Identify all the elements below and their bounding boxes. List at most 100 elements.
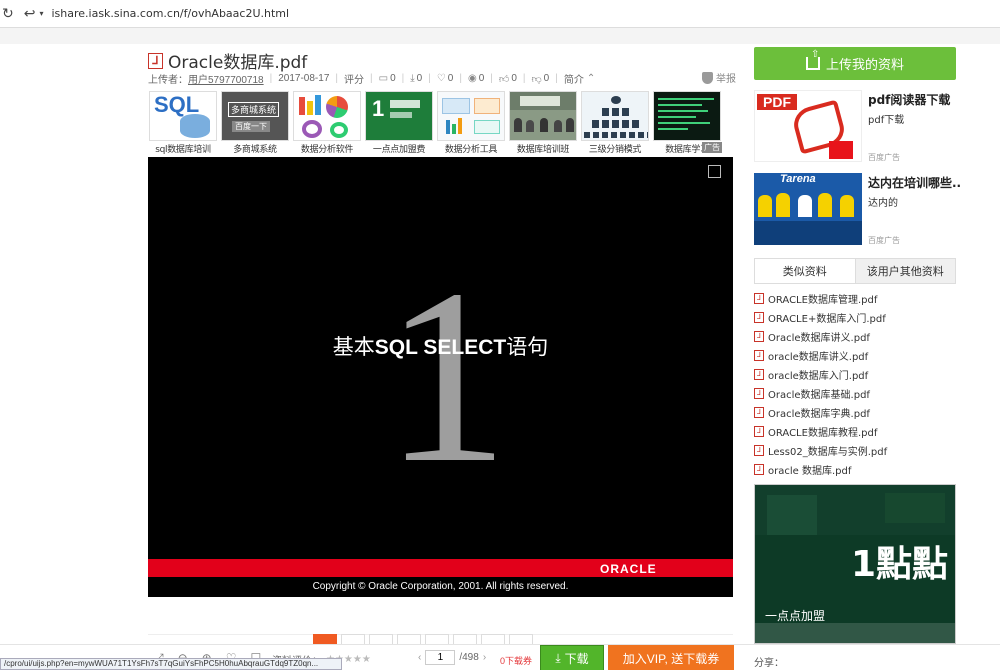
download-button[interactable]: ⤓ 下载	[540, 645, 604, 670]
list-item[interactable]: ⅃ oracle 数据库.pdf	[754, 460, 956, 479]
upload-icon: ⇧	[805, 49, 820, 70]
ad-thumb-text: PDF	[757, 94, 797, 110]
ad-caption: 多商城系统	[233, 145, 277, 155]
list-item[interactable]: ⅃ oracle数据库讲义.pdf	[754, 346, 956, 365]
list-item[interactable]: ⅃ oracle数据库入门.pdf	[754, 365, 956, 384]
total-pages: /498	[459, 652, 479, 663]
pdf-icon: ⅃	[754, 369, 764, 380]
ad-caption: sql数据库培训	[155, 145, 211, 155]
ad-item[interactable]: 多商城系统 百度一下 多商城系统	[220, 91, 290, 155]
upload-date: 2017-08-17	[278, 73, 330, 84]
slide-title-prefix: 基本	[332, 335, 375, 359]
page-thumbnail-strip	[148, 597, 733, 646]
dislike-count: 0	[543, 73, 550, 84]
download-icon: ⤓	[555, 650, 561, 665]
document-title: Oracle数据库.pdf	[168, 53, 308, 73]
view-count: 0	[478, 73, 485, 84]
slide-title-suffix: 语句	[506, 335, 549, 359]
document-viewer[interactable]: 1 基本SQL SELECT语句 ORACLE Copyright © Orac…	[148, 157, 733, 597]
ad-thumb-text: Tarena	[780, 173, 816, 185]
list-item-label: oracle 数据库.pdf	[768, 466, 852, 477]
fullscreen-icon[interactable]	[708, 165, 721, 178]
tab-similar[interactable]: 类似资料	[755, 259, 856, 283]
pdf-icon: ⅃	[754, 426, 764, 437]
list-item-label: Less02_数据库与实例.pdf	[768, 447, 888, 458]
pdf-icon: ⅃	[754, 445, 764, 456]
list-item[interactable]: ⅃ Oracle数据库讲义.pdf	[754, 327, 956, 346]
ad-source: 百度广告	[868, 236, 900, 245]
ad-item[interactable]: 三级分销模式	[580, 91, 650, 155]
heart-icon[interactable]: ♡	[437, 73, 446, 84]
list-item-label: Oracle数据库基础.pdf	[768, 390, 870, 401]
comment-count: 0	[390, 73, 396, 84]
sidebar-ad[interactable]: Tarena 达内在培训哪些.. 达内的 百度广告	[754, 173, 961, 245]
thumbs-up-icon[interactable]: 👍︎	[499, 73, 509, 85]
pdf-icon: ⅃	[754, 350, 764, 361]
list-item[interactable]: ⅃ ORACLE数据库教程.pdf	[754, 422, 956, 441]
ad-caption: 一点点加盟费	[372, 145, 426, 155]
list-item[interactable]: ⅃ ORACLE数据库管理.pdf	[754, 289, 956, 308]
ad-item[interactable]: 数据分析工具	[436, 91, 506, 155]
slide-title: 基本SQL SELECT语句	[148, 331, 733, 361]
list-item-label: ORACLE数据库管理.pdf	[768, 295, 878, 306]
pdf-icon: ⅃	[754, 312, 764, 323]
pdf-icon: ⅃	[754, 293, 764, 304]
like-count: 0	[511, 73, 517, 84]
report-link[interactable]: 举报	[702, 70, 736, 85]
ad-item[interactable]: 1 一点点加盟费	[364, 91, 434, 155]
list-item[interactable]: ⅃ Oracle数据库字典.pdf	[754, 403, 956, 422]
ad-caption: 一点点加盟	[765, 609, 826, 623]
tab-user-other[interactable]: 该用户其他资料	[855, 259, 955, 283]
sidebar-bottom-ad[interactable]: 1點點 一点点加盟	[754, 484, 956, 644]
list-item[interactable]: ⅃ Oracle数据库基础.pdf	[754, 384, 956, 403]
ad-title[interactable]: 达内在培训哪些..	[868, 174, 961, 191]
oracle-logo: ORACLE	[600, 562, 657, 576]
chevron-up-icon[interactable]: ⌃	[587, 73, 595, 84]
ad-caption: 数据库培训班	[516, 145, 570, 155]
download-count-meta: 0	[416, 73, 423, 84]
upload-label: 上传我的资料	[825, 57, 904, 72]
pdf-icon: ⅃	[148, 52, 163, 69]
prev-page-icon[interactable]: ‹	[418, 652, 421, 663]
download-icon: ⤓	[410, 73, 415, 84]
ad-title[interactable]: pdf阅读器下载	[868, 91, 950, 108]
pdf-icon: ⅃	[754, 388, 764, 399]
upload-button[interactable]: ⇧ 上传我的资料	[754, 47, 956, 80]
intro-toggle[interactable]: 简介	[564, 71, 584, 86]
rating-label: 评分	[344, 75, 364, 86]
ad-strip: SQL sql数据库培训 多商城系统 百度一下 多商城系统 数据分析软件 1 一…	[148, 91, 733, 155]
thumbs-down-icon[interactable]: 👎︎	[532, 73, 542, 85]
share-label: 分享：	[754, 658, 784, 669]
list-item[interactable]: ⅃ Less02_数据库与实例.pdf	[754, 441, 956, 460]
report-label: 举报	[716, 74, 736, 85]
url-text[interactable]: ishare.iask.sina.com.cn/f/ovhAbaac2U.htm…	[51, 7, 289, 20]
list-item-label: oracle数据库讲义.pdf	[768, 352, 869, 363]
page-input[interactable]	[425, 650, 456, 665]
ad-item[interactable]: 数据库培训班	[508, 91, 578, 155]
ad-caption: 数据分析工具	[444, 145, 498, 155]
back-icon[interactable]: ↩	[24, 5, 36, 22]
ad-tag: 广告	[702, 142, 722, 153]
ad-item[interactable]: 数据库学习 广告	[652, 91, 722, 155]
document-meta: 上传者： 用户5797700718 | 2017-08-17 | 评分 | ▭ 0…	[148, 71, 596, 86]
chevron-down-icon[interactable]: ▾	[39, 9, 43, 18]
download-cost: 0下载券	[500, 656, 533, 666]
refresh-icon[interactable]: ↻	[2, 5, 14, 22]
ad-subtitle: pdf下载	[868, 115, 905, 126]
ad-item[interactable]: SQL sql数据库培训	[148, 91, 218, 155]
ad-image-text: 多商城系统	[228, 102, 280, 117]
sidebar-ad[interactable]: PDF pdf阅读器下载 pdf下载 百度广告	[754, 90, 956, 162]
ad-thumbnail: PDF	[754, 90, 862, 162]
page: ↻ ↩ ▾ ishare.iask.sina.com.cn/f/ovhAbaac…	[0, 0, 1000, 670]
search-tag: 百度一下	[232, 121, 270, 132]
list-item-label: ORACLE数据库教程.pdf	[768, 428, 878, 439]
ad-thumbnail: Tarena	[754, 173, 862, 245]
list-item-label: oracle数据库入门.pdf	[768, 371, 869, 382]
vip-button[interactable]: 加入VIP, 送下载券	[608, 645, 734, 670]
ad-item[interactable]: 数据分析软件	[292, 91, 362, 155]
next-page-icon[interactable]: ›	[483, 652, 486, 663]
list-item[interactable]: ⅃ ORACLE+数据库入门.pdf	[754, 308, 956, 327]
eye-icon: ◉	[467, 73, 477, 84]
download-label: 下载	[564, 651, 589, 666]
uploader-link[interactable]: 用户5797700718	[188, 71, 264, 86]
